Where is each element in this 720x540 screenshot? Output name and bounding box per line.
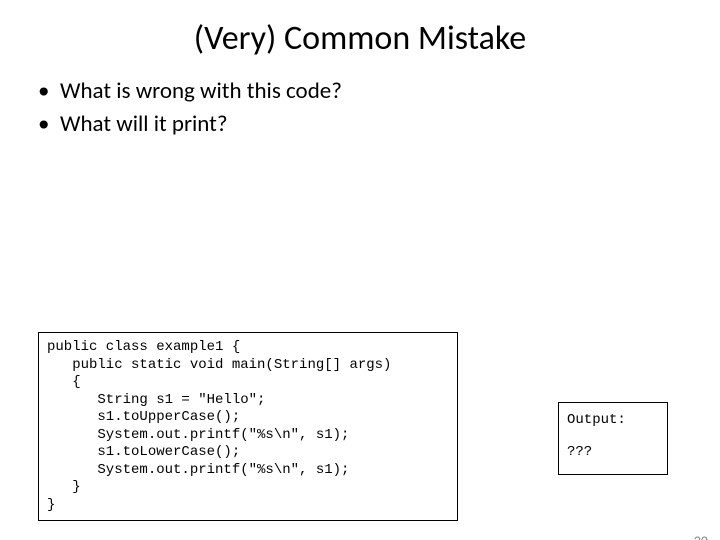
slide: (Very) Common Mistake What is wrong with… [0,18,720,540]
output-label: Output: [567,409,659,431]
bullet-item: What will it print? [38,110,720,139]
slide-title: (Very) Common Mistake [0,18,720,59]
bullet-item: What is wrong with this code? [38,77,720,106]
code-block: public class example1 { public static vo… [38,332,458,521]
page-number: 30 [694,533,708,540]
output-block: Output: ??? [558,402,668,475]
bullet-list: What is wrong with this code? What will … [38,77,720,139]
output-value: ??? [567,441,659,463]
